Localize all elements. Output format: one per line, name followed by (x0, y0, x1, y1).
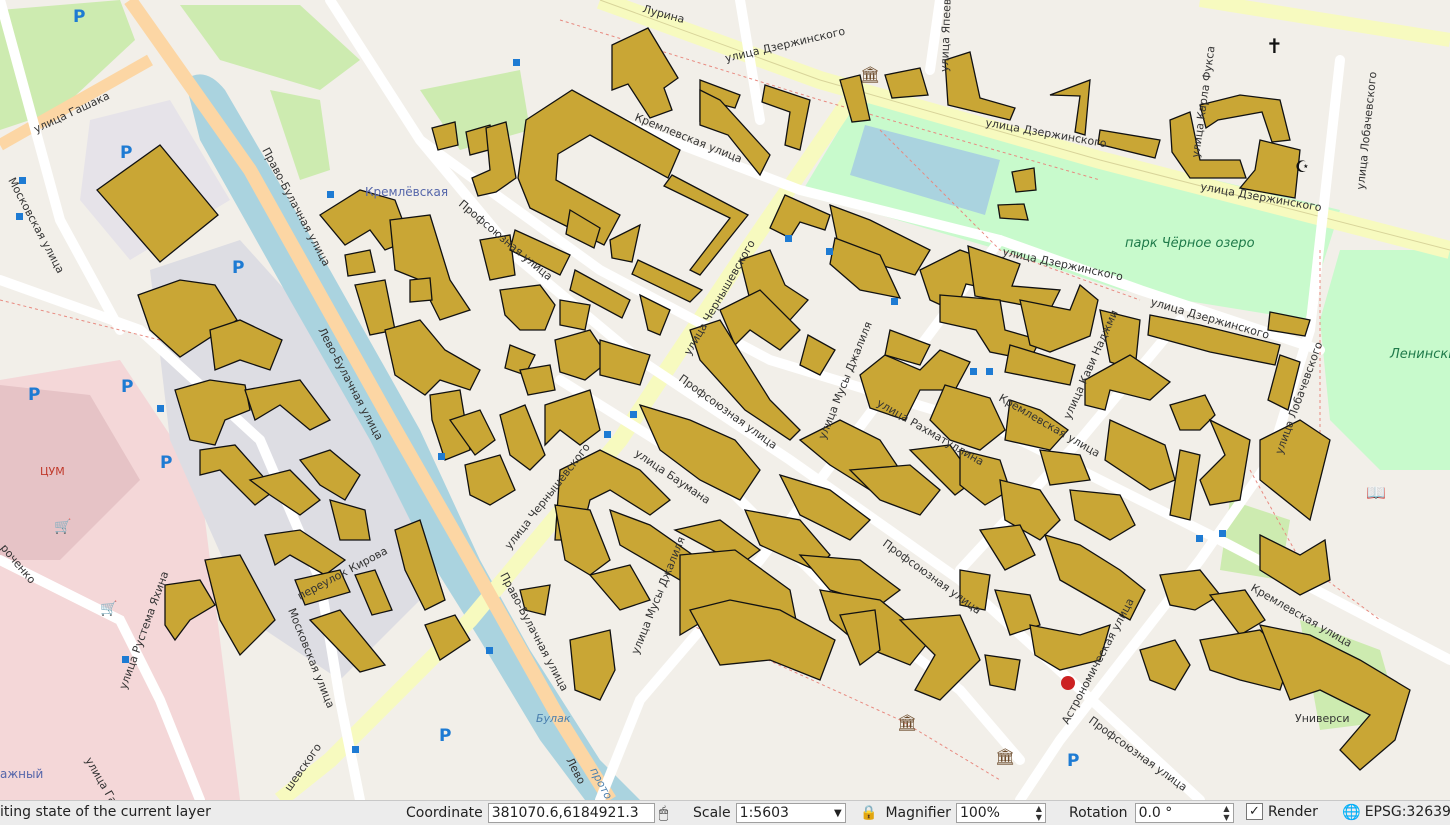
azhny-label: ажный (0, 767, 43, 781)
rotation-spinner[interactable]: ▲ ▼ (1223, 804, 1229, 822)
magnifier-label: Magnifier (885, 805, 951, 821)
coordinate-group: Coordinate 381070.6,6184921.3 🖱 (406, 803, 668, 823)
map-canvas[interactable]: PPP PPP PP 🏛 🏛 🏛 ✝ ☪ 📖 🛒 🛒 улица Дзержин… (0, 0, 1450, 800)
svg-text:🛒: 🛒 (100, 600, 117, 617)
magnifier-group: 🔒 Magnifier 100% ▲ ▼ (860, 803, 1046, 823)
magnifier-value: 100% (959, 805, 1000, 821)
crs-label[interactable]: EPSG:32639 (1365, 804, 1450, 820)
status-message: iting state of the current layer (0, 804, 211, 820)
svg-text:☪: ☪ (1295, 157, 1309, 176)
chevron-down-icon[interactable]: ▼ (834, 808, 842, 819)
status-bar: iting state of the current layer Coordin… (0, 800, 1450, 825)
rotation-group: Rotation 0.0 ° ▲ ▼ (1069, 803, 1234, 823)
park-label: парк Чёрное озеро (1125, 236, 1255, 251)
lenin-garden-label: Ленинский сад (1389, 347, 1450, 362)
universe-label: Универси (1295, 712, 1349, 725)
scale-combobox[interactable]: 1:5603 ▼ (735, 803, 846, 823)
scale-value: 1:5603 (739, 805, 789, 821)
svg-text:P: P (121, 377, 133, 397)
render-group: ✓ Render (1246, 803, 1318, 820)
svg-text:📖: 📖 (1366, 483, 1386, 502)
render-label: Render (1268, 803, 1318, 820)
svg-text:🏛: 🏛 (860, 65, 880, 84)
mouse-icon[interactable]: 🖱 (659, 803, 669, 823)
coordinate-label: Coordinate (406, 805, 483, 821)
svg-text:🏛: 🏛 (897, 713, 917, 732)
tsum-label: ЦУМ (40, 465, 65, 478)
svg-text:P: P (160, 453, 172, 473)
svg-text:P: P (73, 7, 85, 27)
svg-text:🛒: 🛒 (54, 518, 71, 535)
svg-text:✝: ✝ (1266, 34, 1283, 58)
svg-text:P: P (232, 258, 244, 278)
bulak-label: Булак (536, 712, 571, 725)
svg-text:P: P (1067, 751, 1079, 771)
svg-text:P: P (120, 143, 132, 163)
crs-group[interactable]: 🌐 EPSG:32639 (1342, 803, 1450, 821)
globe-icon[interactable]: 🌐 (1342, 803, 1361, 821)
scale-label: Scale (693, 805, 731, 821)
svg-text:P: P (439, 726, 451, 746)
rotation-input[interactable]: 0.0 ° ▲ ▼ (1134, 803, 1234, 823)
metro-station-label: Кремлёвская (365, 185, 448, 199)
coordinate-input[interactable]: 381070.6,6184921.3 (487, 803, 655, 823)
svg-text:🏛: 🏛 (995, 747, 1015, 766)
render-checkbox[interactable]: ✓ (1246, 803, 1263, 820)
scale-group: Scale 1:5603 ▼ (693, 803, 846, 823)
lock-icon[interactable]: 🔒 (860, 805, 877, 821)
svg-text:P: P (28, 385, 40, 405)
magnifier-input[interactable]: 100% ▲ ▼ (955, 803, 1046, 823)
rotation-label: Rotation (1069, 805, 1128, 821)
magnifier-spinner[interactable]: ▲ ▼ (1036, 804, 1042, 822)
rotation-value: 0.0 ° (1138, 805, 1173, 821)
